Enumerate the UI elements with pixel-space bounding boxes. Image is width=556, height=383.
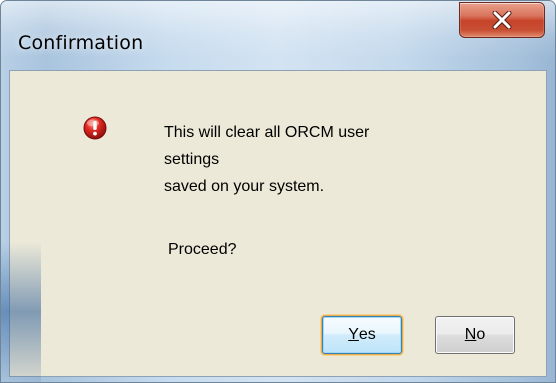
yes-mnemonic: Y (348, 326, 359, 343)
no-button[interactable]: No (435, 316, 515, 354)
proceed-prompt: Proceed? (168, 241, 237, 258)
close-button[interactable] (459, 2, 545, 38)
dialog-client-area: This will clear all ORCM user settings s… (9, 70, 547, 377)
message-line: settings (164, 151, 220, 168)
confirmation-dialog-window: Confirmation This will clear all ORCM us… (0, 0, 556, 383)
no-label-rest: o (476, 326, 486, 343)
yes-label-rest: es (358, 326, 376, 343)
window-title: Confirmation (18, 32, 144, 54)
error-icon (83, 116, 107, 140)
message-line: saved on your system. (164, 178, 325, 195)
no-mnemonic: N (464, 326, 477, 343)
yes-button[interactable]: Yes (322, 316, 402, 354)
confirmation-message: This will clear all ORCM user settings s… (164, 119, 504, 200)
message-line: This will clear all ORCM user (164, 124, 370, 141)
close-icon (492, 11, 512, 29)
